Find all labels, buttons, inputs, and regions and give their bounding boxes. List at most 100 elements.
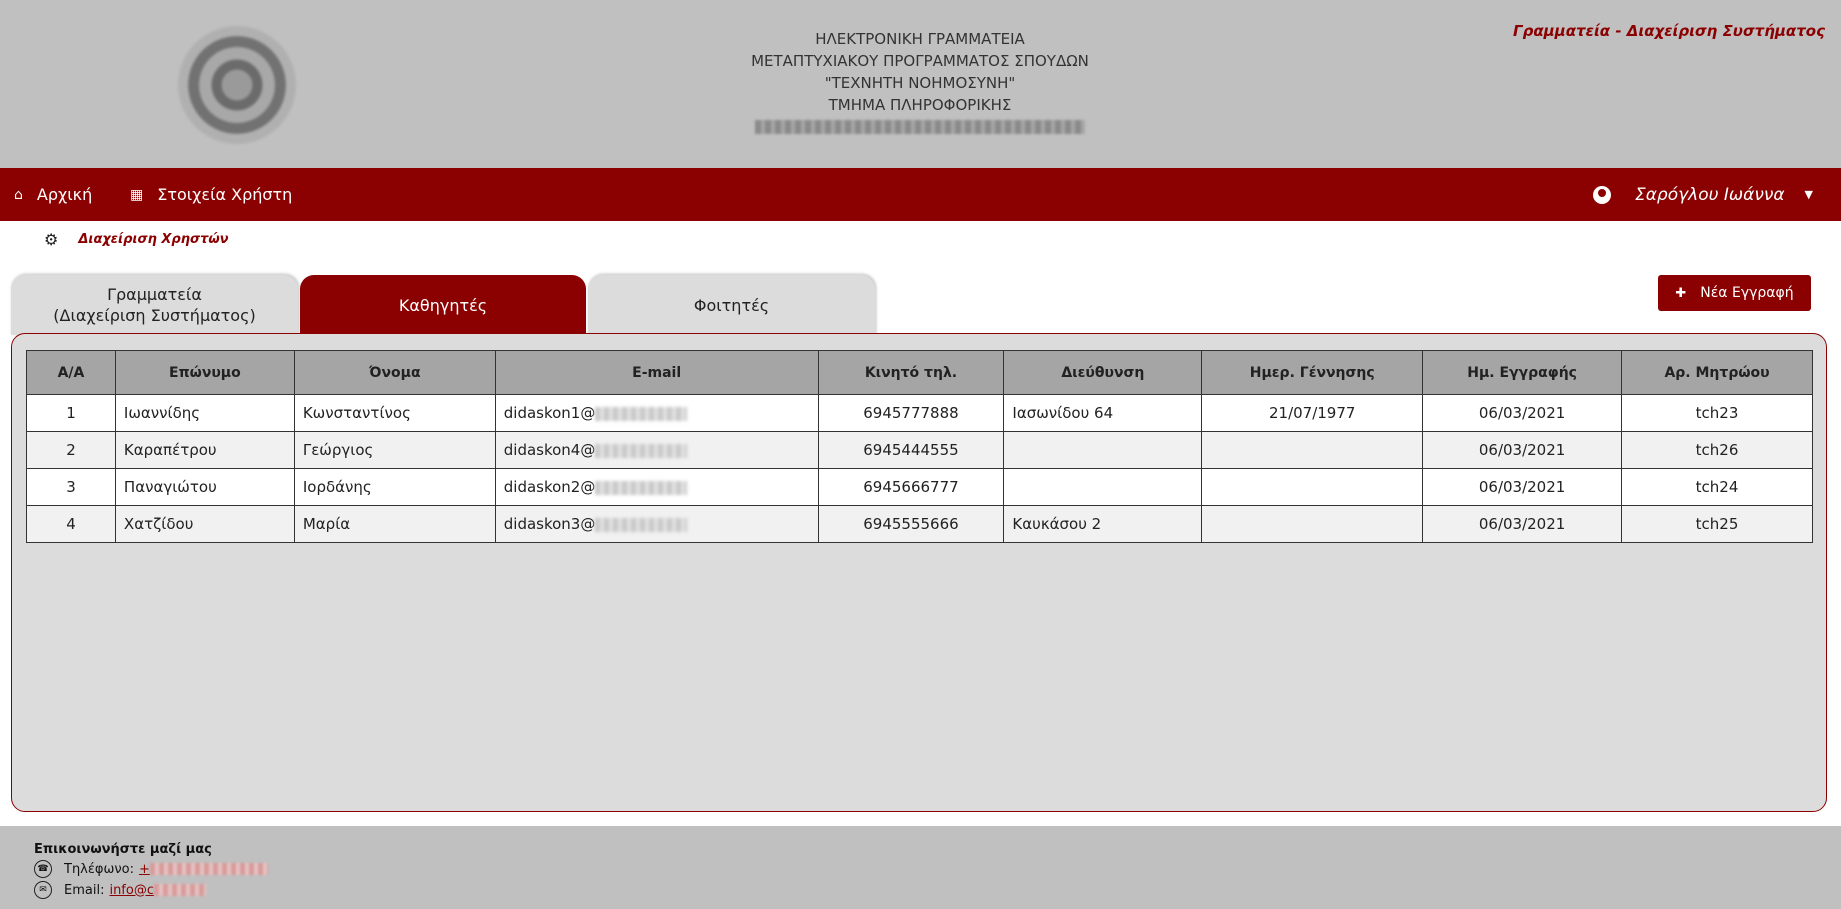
cell-aa: 1	[26, 394, 116, 432]
cell-aa: 4	[26, 505, 116, 543]
cell-address: Ιασωνίδου 64	[1003, 394, 1203, 432]
email-link[interactable]: info@c	[109, 883, 206, 898]
professors-table: Α/Α Επώνυμο Όνομα E-mail Κινητό τηλ. Διε…	[26, 350, 1813, 543]
cell-aa: 2	[26, 431, 116, 469]
cell-registered: 06/03/2021	[1422, 505, 1623, 543]
title-line: ΗΛΕΚΤΡΟΝΙΚΗ ΓΡΑΜΜΑΤΕΙΑ	[815, 30, 1025, 48]
redacted-university-name	[755, 120, 1085, 134]
col-header[interactable]: Α/Α	[26, 350, 116, 395]
cell-surname: Χατζίδου	[114, 505, 295, 543]
cell-mobile: 6945666777	[817, 468, 1005, 506]
email-label: Email:	[64, 882, 105, 898]
email-text: didaskon3@	[503, 515, 596, 533]
title-line: ΜΕΤΑΠΤΥΧΙΑΚΟΥ ΠΡΟΓΡΑΜΜΑΤΟΣ ΣΠΟΥΔΩΝ	[751, 52, 1089, 70]
cell-reg-no: tch26	[1621, 431, 1813, 469]
cell-birth	[1201, 468, 1424, 506]
nav-user-details-label: Στοιχεία Χρήστη	[157, 185, 293, 204]
redacted-phone	[149, 863, 268, 875]
cell-name: Μαρία	[293, 505, 496, 543]
envelope-icon: ✉	[34, 881, 52, 899]
cell-name: Γεώργιος	[293, 431, 496, 469]
email-link-text: info@c	[109, 882, 154, 898]
breadcrumb-label[interactable]: Διαχείριση Χρηστών	[78, 232, 228, 247]
cell-birth: 21/07/1977	[1201, 394, 1424, 432]
new-record-button[interactable]: ✚ Νέα Εγγραφή	[1658, 275, 1811, 311]
redacted-email-domain	[595, 480, 688, 495]
cell-email: didaskon1@	[494, 394, 819, 432]
col-header[interactable]: Ημ. Εγγραφής	[1422, 350, 1623, 395]
brand-label: Γραμματεία - Διαχείριση Συστήματος	[1513, 22, 1825, 40]
col-header[interactable]: Διεύθυνση	[1003, 350, 1203, 395]
cell-email: didaskon3@	[494, 505, 819, 543]
table-header-row: Α/Α Επώνυμο Όνομα E-mail Κινητό τηλ. Διε…	[26, 350, 1813, 395]
redacted-email-domain	[595, 443, 688, 458]
tab-label-sub: (Διαχείριση Συστήματος)	[53, 306, 256, 325]
new-record-label: Νέα Εγγραφή	[1700, 285, 1794, 301]
title-line: "ΤΕΧΝΗΤΗ ΝΟΗΜΟΣΥΝΗ"	[824, 74, 1016, 92]
cell-reg-no: tch25	[1621, 505, 1813, 543]
col-header[interactable]: Κινητό τηλ.	[817, 350, 1005, 395]
cell-reg-no: tch23	[1621, 394, 1813, 432]
home-icon: ⌂	[14, 186, 23, 203]
tab-students[interactable]: Φοιτητές	[588, 275, 875, 335]
contact-title: Επικοινωνήστε μαζί μας	[34, 842, 212, 857]
cell-registered: 06/03/2021	[1422, 431, 1623, 469]
cell-mobile: 6945777888	[817, 394, 1005, 432]
table-row[interactable]: 3 Παναγιώτου Ιορδάνης didaskon2@ 6945666…	[26, 468, 1813, 506]
tab-secretariat[interactable]: Γραμματεία (Διαχείριση Συστήματος)	[11, 275, 298, 335]
phone-link[interactable]: +	[139, 862, 268, 877]
email-text: didaskon1@	[503, 404, 596, 422]
phone-icon: ☎	[34, 860, 52, 878]
col-header[interactable]: Όνομα	[293, 350, 496, 395]
cell-birth	[1201, 505, 1424, 543]
cell-surname: Ιωαννίδης	[114, 394, 295, 432]
cell-surname: Καραπέτρου	[114, 431, 295, 469]
phone-label: Τηλέφωνο:	[64, 861, 134, 877]
col-header[interactable]: Επώνυμο	[114, 350, 295, 395]
cell-email: didaskon4@	[494, 431, 819, 469]
cell-reg-no: tch24	[1621, 468, 1813, 506]
col-header[interactable]: Αρ. Μητρώου	[1621, 350, 1813, 395]
nav-home[interactable]: ⌂ Αρχική	[14, 168, 92, 221]
cell-address	[1003, 468, 1203, 506]
page-footer: Επικοινωνήστε μαζί μας ☎ Τηλέφωνο: + ✉ E…	[0, 826, 1841, 909]
id-card-icon: ▦	[130, 186, 144, 203]
main-navbar: ⌂ Αρχική ▦ Στοιχεία Χρήστη Σαρόγλου Ιωάν…	[0, 168, 1841, 221]
col-header[interactable]: Ημερ. Γέννησης	[1201, 350, 1424, 395]
user-circle-icon	[1592, 185, 1611, 204]
cell-email: didaskon2@	[494, 468, 819, 506]
cell-registered: 06/03/2021	[1422, 394, 1623, 432]
redacted-email-domain	[595, 406, 688, 421]
cell-registered: 06/03/2021	[1422, 468, 1623, 506]
tab-label: Γραμματεία	[107, 285, 202, 304]
cell-aa: 3	[26, 468, 116, 506]
tab-label: Καθηγητές	[398, 295, 488, 315]
contact-phone: ☎ Τηλέφωνο: +	[34, 860, 268, 878]
nav-user-details[interactable]: ▦ Στοιχεία Χρήστη	[130, 168, 292, 221]
content-panel: Α/Α Επώνυμο Όνομα E-mail Κινητό τηλ. Διε…	[11, 333, 1827, 812]
site-title: ΗΛΕΚΤΡΟΝΙΚΗ ΓΡΑΜΜΑΤΕΙΑ ΜΕΤΑΠΤΥΧΙΑΚΟΥ ΠΡΟ…	[660, 28, 1180, 140]
user-menu[interactable]: Σαρόγλου Ιωάννα ▼	[1592, 168, 1813, 221]
title-line: ΤΜΗΜΑ ΠΛΗΡΟΦΟΡΙΚΗΣ	[828, 96, 1012, 114]
redacted-email-domain	[595, 517, 688, 532]
breadcrumb: ⚙ Διαχείριση Χρηστών	[44, 230, 229, 249]
table-row[interactable]: 2 Καραπέτρου Γεώργιος didaskon4@ 6945444…	[26, 431, 1813, 469]
gears-icon: ⚙	[44, 230, 59, 249]
cell-name: Κωνσταντίνος	[293, 394, 496, 432]
redacted-email	[153, 884, 206, 896]
table-row[interactable]: 4 Χατζίδου Μαρία didaskon3@ 6945555666 Κ…	[26, 505, 1813, 543]
contact-email: ✉ Email: info@c	[34, 881, 206, 899]
col-header[interactable]: E-mail	[494, 350, 819, 395]
cell-address: Καυκάσου 2	[1003, 505, 1203, 543]
tab-professors[interactable]: Καθηγητές	[300, 275, 586, 335]
phone-link-text: +	[138, 861, 150, 877]
email-text: didaskon4@	[503, 441, 596, 459]
cell-mobile: 6945444555	[817, 431, 1005, 469]
cell-birth	[1201, 431, 1424, 469]
email-text: didaskon2@	[503, 478, 596, 496]
cell-mobile: 6945555666	[817, 505, 1005, 543]
user-name: Σαρόγλου Ιωάννα	[1634, 184, 1785, 205]
table-row[interactable]: 1 Ιωαννίδης Κωνσταντίνος didaskon1@ 6945…	[26, 394, 1813, 432]
cell-address	[1003, 431, 1203, 469]
page-header: ΗΛΕΚΤΡΟΝΙΚΗ ΓΡΑΜΜΑΤΕΙΑ ΜΕΤΑΠΤΥΧΙΑΚΟΥ ΠΡΟ…	[0, 0, 1841, 168]
